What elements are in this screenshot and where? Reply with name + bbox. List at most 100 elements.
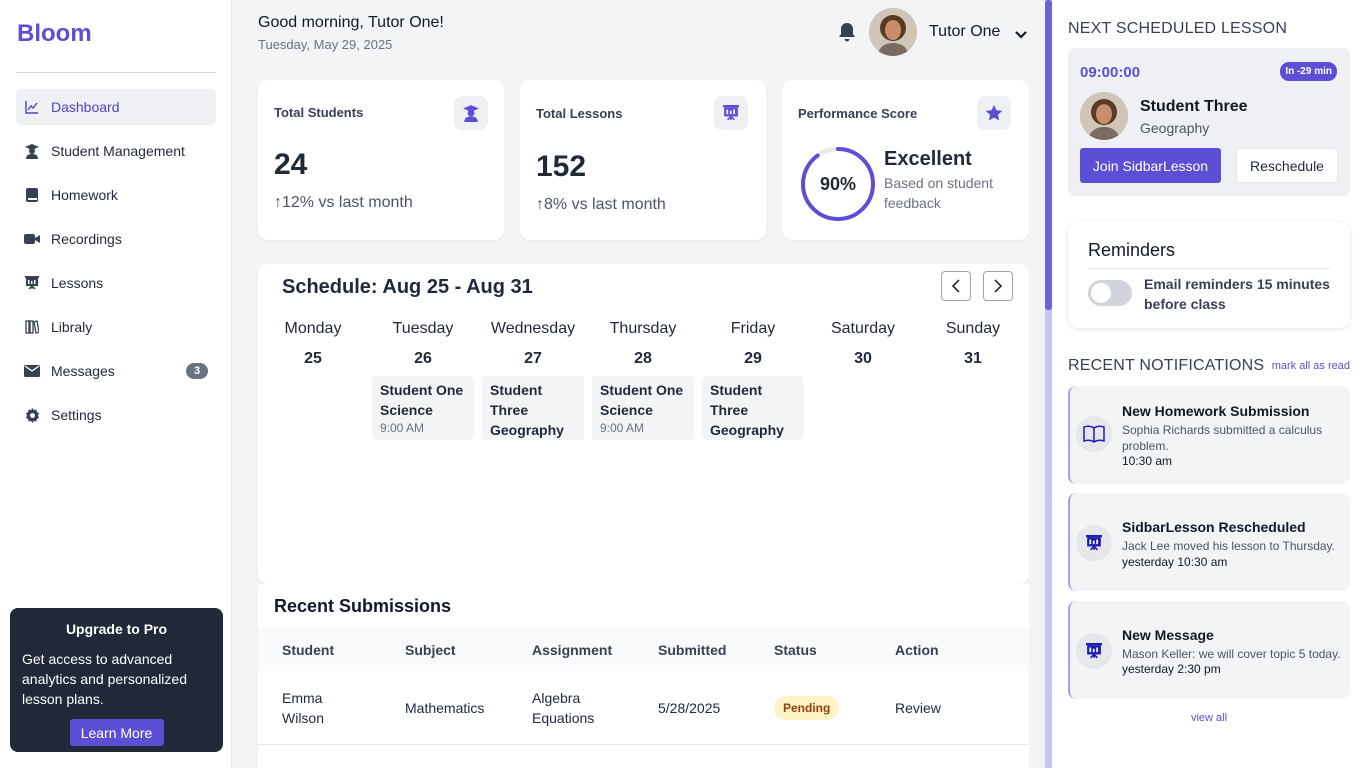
current-date: Tuesday, May 29, 2025 <box>258 37 393 52</box>
stat-title: Total Students <box>274 105 364 120</box>
scrollbar-thumb[interactable] <box>1045 0 1052 310</box>
day-number: 31 <box>964 350 982 367</box>
stat-value: 152 <box>536 150 587 183</box>
join-lesson-button[interactable]: Join SidbarLesson <box>1080 148 1221 183</box>
column-header: Subject <box>405 642 456 658</box>
schedule-event[interactable]: Student Three Geography <box>482 376 584 440</box>
sidebar: Bloom Dashboard Student Management Homew… <box>0 0 232 768</box>
event-time: 9:00 AM <box>600 421 645 435</box>
open-book-icon <box>1076 416 1112 452</box>
notification-time: yesterday 2:30 pm <box>1122 662 1221 676</box>
total-lessons-card: Total Lessons 152 ↑8% vs last month <box>520 80 766 240</box>
performance-label: Excellent <box>884 148 972 170</box>
chevron-left-icon <box>951 279 960 293</box>
reschedule-button[interactable]: Reschedule <box>1236 148 1338 183</box>
sidebar-item-label: Lessons <box>51 275 104 291</box>
column-header: Submitted <box>658 642 727 658</box>
day-number: 29 <box>744 350 762 367</box>
schedule-card: Schedule: Aug 25 - Aug 31 Monday 25 Tues… <box>258 264 1029 584</box>
schedule-event[interactable]: Student One Science 9:00 AM <box>592 376 694 440</box>
video-icon <box>24 231 40 247</box>
column-header: Status <box>774 642 817 658</box>
app-logo[interactable]: Bloom <box>17 20 92 48</box>
day-column[interactable]: Tuesday 26 <box>372 320 474 368</box>
event-time: 9:00 AM <box>380 421 425 435</box>
sidebar-item-label: Libraly <box>51 319 93 335</box>
view-all-link[interactable]: view all <box>1052 712 1366 724</box>
user-name[interactable]: Tutor One <box>929 23 1000 41</box>
sidebar-item-label: Settings <box>51 407 102 423</box>
mark-all-read-link[interactable]: mark all as read <box>1272 360 1350 372</box>
sidebar-nav: Dashboard Student Management Homework Re… <box>16 89 216 441</box>
day-name: Friday <box>730 320 776 337</box>
performance-ring: 90% <box>798 144 878 224</box>
avatar[interactable] <box>869 8 917 56</box>
sidebar-item-dashboard[interactable]: Dashboard <box>16 89 216 125</box>
upgrade-text: Get access to advanced analytics and per… <box>22 651 187 707</box>
notification-time: 10:30 am <box>1122 454 1173 468</box>
gear-icon <box>24 407 40 423</box>
previous-week-button[interactable] <box>941 271 971 301</box>
graduate-icon <box>454 96 488 130</box>
sidebar-item-homework[interactable]: Homework <box>16 177 216 213</box>
right-panel: NEXT SCHEDULED LESSON 09:00:00 In -29 mi… <box>1052 0 1366 768</box>
day-column[interactable]: Monday 25 <box>262 320 364 368</box>
day-name: Saturday <box>830 320 896 337</box>
table-header: Student Subject Assignment Submitted Sta… <box>258 628 1029 671</box>
sidebar-item-label: Student Management <box>51 143 185 159</box>
sidebar-item-messages[interactable]: Messages 3 <box>16 353 216 389</box>
cell-submitted: 5/28/2025 <box>658 700 721 716</box>
next-week-button[interactable] <box>983 271 1013 301</box>
day-number: 28 <box>634 350 652 367</box>
notification-message: Jack Lee moved his lesson to Thursday. <box>1122 539 1335 553</box>
sidebar-item-label: Recordings <box>51 231 122 247</box>
sidebar-item-label: Messages <box>51 363 115 379</box>
day-column[interactable]: Wednesday 27 <box>482 320 584 368</box>
chevron-right-icon <box>994 279 1003 293</box>
stat-change: ↑12% vs last month <box>274 194 413 211</box>
sidebar-item-lessons[interactable]: Lessons <box>16 265 216 301</box>
performance-description: Based on student feedback <box>884 175 993 211</box>
review-link[interactable]: Review <box>895 698 941 718</box>
notification-item[interactable]: New Message Mason Keller: we will cover … <box>1068 601 1350 699</box>
total-students-card: Total Students 24 ↑12% vs last month <box>258 80 504 240</box>
day-column[interactable]: Friday 29 <box>702 320 804 368</box>
day-number: 25 <box>304 350 322 367</box>
upgrade-card: Upgrade to Pro Get access to advanced an… <box>10 608 223 752</box>
event-title: Student One Science <box>380 382 464 418</box>
day-number: 26 <box>414 350 432 367</box>
schedule-event[interactable]: Student One Science 9:00 AM <box>372 376 474 440</box>
stat-change: ↑8% vs last month <box>536 196 666 213</box>
stat-title: Total Lessons <box>536 106 623 121</box>
day-column[interactable]: Sunday 31 <box>922 320 1024 368</box>
countdown-badge: In -29 min <box>1280 62 1337 81</box>
notification-item[interactable]: SidbarLesson Rescheduled Jack Lee moved … <box>1068 493 1350 591</box>
bell-icon[interactable] <box>836 21 858 43</box>
star-icon <box>977 96 1011 130</box>
chevron-down-icon[interactable] <box>1015 27 1027 39</box>
notification-item[interactable]: New Homework Submission Sophia Richards … <box>1068 386 1350 484</box>
presentation-icon <box>1076 633 1112 669</box>
day-name: Monday <box>284 320 342 337</box>
day-column[interactable]: Thursday 28 <box>592 320 694 368</box>
book-icon <box>24 187 40 203</box>
notification-title: SidbarLesson Rescheduled <box>1122 519 1306 535</box>
cell-subject: Mathematics <box>405 700 485 716</box>
divider <box>1088 268 1330 269</box>
next-lesson-card: 09:00:00 In -29 min Student Three Geogra… <box>1068 48 1350 196</box>
day-column[interactable]: Saturday 30 <box>812 320 914 368</box>
sidebar-item-library[interactable]: Libraly <box>16 309 216 345</box>
sidebar-item-settings[interactable]: Settings <box>16 397 216 433</box>
day-name: Thursday <box>609 320 677 337</box>
presentation-icon <box>714 96 748 130</box>
learn-more-button[interactable]: Learn More <box>69 719 164 746</box>
schedule-event[interactable]: Student Three Geography <box>702 376 804 440</box>
stat-value: 24 <box>274 148 308 181</box>
sidebar-item-student-management[interactable]: Student Management <box>16 133 216 169</box>
messages-count-badge: 3 <box>186 363 208 379</box>
email-reminder-toggle[interactable] <box>1088 280 1132 306</box>
table-row[interactable]: Emma Wilson Mathematics Algebra Equation… <box>258 671 1029 745</box>
divider <box>16 72 216 73</box>
sidebar-item-recordings[interactable]: Recordings <box>16 221 216 257</box>
event-title: Student Three Geography <box>710 382 784 438</box>
